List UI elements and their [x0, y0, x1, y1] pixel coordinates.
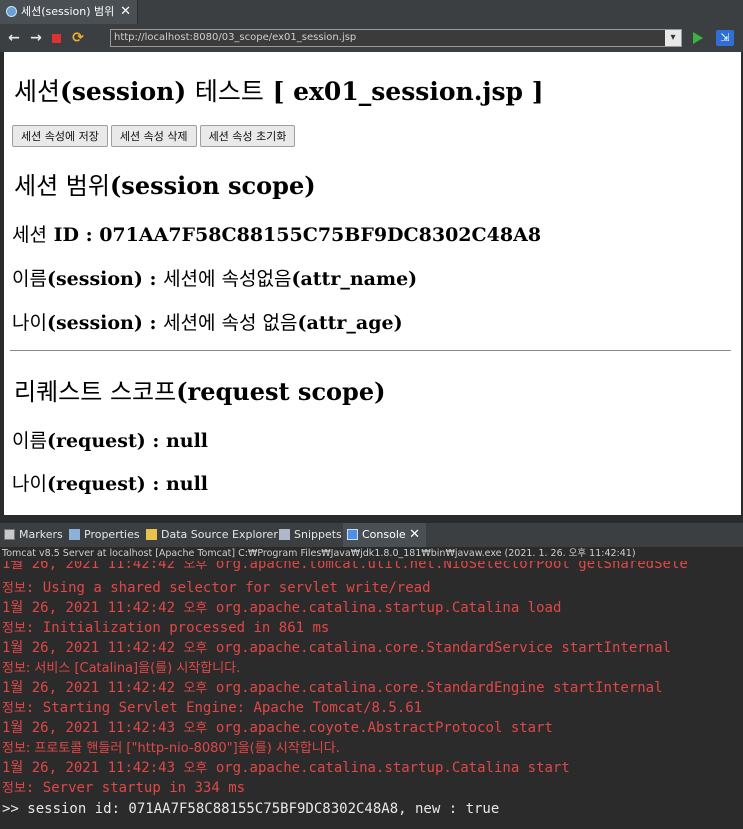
console-icon	[347, 529, 358, 540]
tab-data-source-explorer[interactable]: Data Source Explorer	[146, 523, 278, 547]
action-buttons: 세션 속성에 저장 세션 속성 삭제 세션 속성 초기화	[12, 125, 298, 147]
console-line: 1월 26, 2021 11:42:43 오후 org.apache.coyot…	[2, 720, 553, 736]
console-line: 정보: Server startup in 334 ms	[2, 780, 246, 796]
request-scope-heading: 리퀘스트 스코프(request scope)	[14, 377, 386, 406]
console-line: 1월 26, 2021 11:42:42 오후 org.apache.catal…	[2, 640, 671, 656]
request-name-line: 이름(request) : null	[12, 430, 209, 452]
tab-properties[interactable]: Properties	[69, 523, 140, 547]
console-line: 정보: 서비스 [Catalina]을(를) 시작합니다.	[2, 661, 241, 676]
console-line: 1월 26, 2021 11:42:43 오후 org.apache.catal…	[2, 760, 570, 776]
tab-snippets[interactable]: Snippets	[279, 523, 342, 547]
properties-icon	[69, 529, 80, 540]
page-title: 세션(session) 테스트 [ ex01_session.jsp ]	[14, 77, 544, 106]
session-age-line: 나이(session) : 세션에 속성 없음(attr_age)	[12, 312, 403, 334]
console-header: Tomcat v8.5 Server at localhost [Apache …	[0, 547, 743, 561]
forward-arrow-icon[interactable]: →	[28, 30, 44, 46]
markers-icon	[4, 529, 15, 540]
open-external-icon[interactable]: ⇲	[716, 30, 734, 46]
console-line: 1월 26, 2021 11:42:42 오후 org.apache.catal…	[2, 680, 663, 696]
close-tab-icon[interactable]: ✕	[120, 0, 131, 24]
close-console-icon[interactable]: ✕	[409, 523, 420, 547]
console-line: 1월 26, 2021 11:42:42 오후 org.apache.tomca…	[2, 561, 688, 572]
console-line: 1월 26, 2021 11:42:42 오후 org.apache.catal…	[2, 600, 562, 616]
refresh-icon[interactable]: ⟳	[70, 30, 86, 46]
session-id-line: 세션 ID : 071AA7F58C88155C75BF9DC8302C48A8	[12, 224, 542, 246]
console-line: 정보: 프로토콜 핸들러 ["http-nio-8080"]을(를) 시작합니다…	[2, 741, 340, 756]
browser-toolbar: ← → ⟳ http://localhost:8080/03_scope/ex0…	[0, 24, 743, 52]
editor-tab-label: 세션(session) 범위	[21, 5, 115, 18]
url-dropdown-icon[interactable]: ▾	[665, 30, 681, 46]
editor-tab[interactable]: 세션(session) 범위 ✕	[0, 0, 138, 24]
console-output[interactable]: 1월 26, 2021 11:42:42 오후 org.apache.tomca…	[0, 561, 743, 829]
console-line: 정보: Initialization processed in 861 ms	[2, 620, 330, 636]
stop-icon[interactable]	[52, 34, 61, 43]
divider	[10, 350, 731, 351]
console-line: 정보: Starting Servlet Engine: Apache Tomc…	[2, 700, 423, 716]
web-page-content: 세션(session) 테스트 [ ex01_session.jsp ] 세션 …	[4, 52, 741, 515]
console-line: 정보: Using a shared selector for servlet …	[2, 580, 431, 596]
data-source-icon	[146, 529, 157, 540]
save-session-attr-button[interactable]: 세션 속성에 저장	[12, 125, 108, 147]
tab-markers[interactable]: Markers	[4, 523, 63, 547]
globe-icon	[6, 6, 17, 17]
back-arrow-icon[interactable]: ←	[6, 30, 22, 46]
delete-session-attr-button[interactable]: 세션 속성 삭제	[110, 125, 197, 147]
tab-console[interactable]: Console ✕	[343, 523, 426, 547]
console-output-line: >> session id: 071AA7F58C88155C75BF9DC83…	[2, 801, 500, 817]
request-age-line: 나이(request) : null	[12, 473, 209, 495]
reset-session-attr-button[interactable]: 세션 속성 초기화	[199, 125, 296, 147]
session-name-line: 이름(session) : 세션에 속성없음(attr_name)	[12, 268, 418, 290]
url-input[interactable]: http://localhost:8080/03_scope/ex01_sess…	[110, 29, 682, 47]
session-scope-heading: 세션 범위(session scope)	[14, 171, 316, 200]
url-text: http://localhost:8080/03_scope/ex01_sess…	[114, 32, 357, 43]
go-play-icon[interactable]	[693, 32, 703, 44]
snippets-icon	[279, 529, 290, 540]
views-tab-bar: Markers Properties Data Source Explorer …	[0, 523, 743, 547]
editor-tab-bar: 세션(session) 범위 ✕	[0, 0, 743, 24]
